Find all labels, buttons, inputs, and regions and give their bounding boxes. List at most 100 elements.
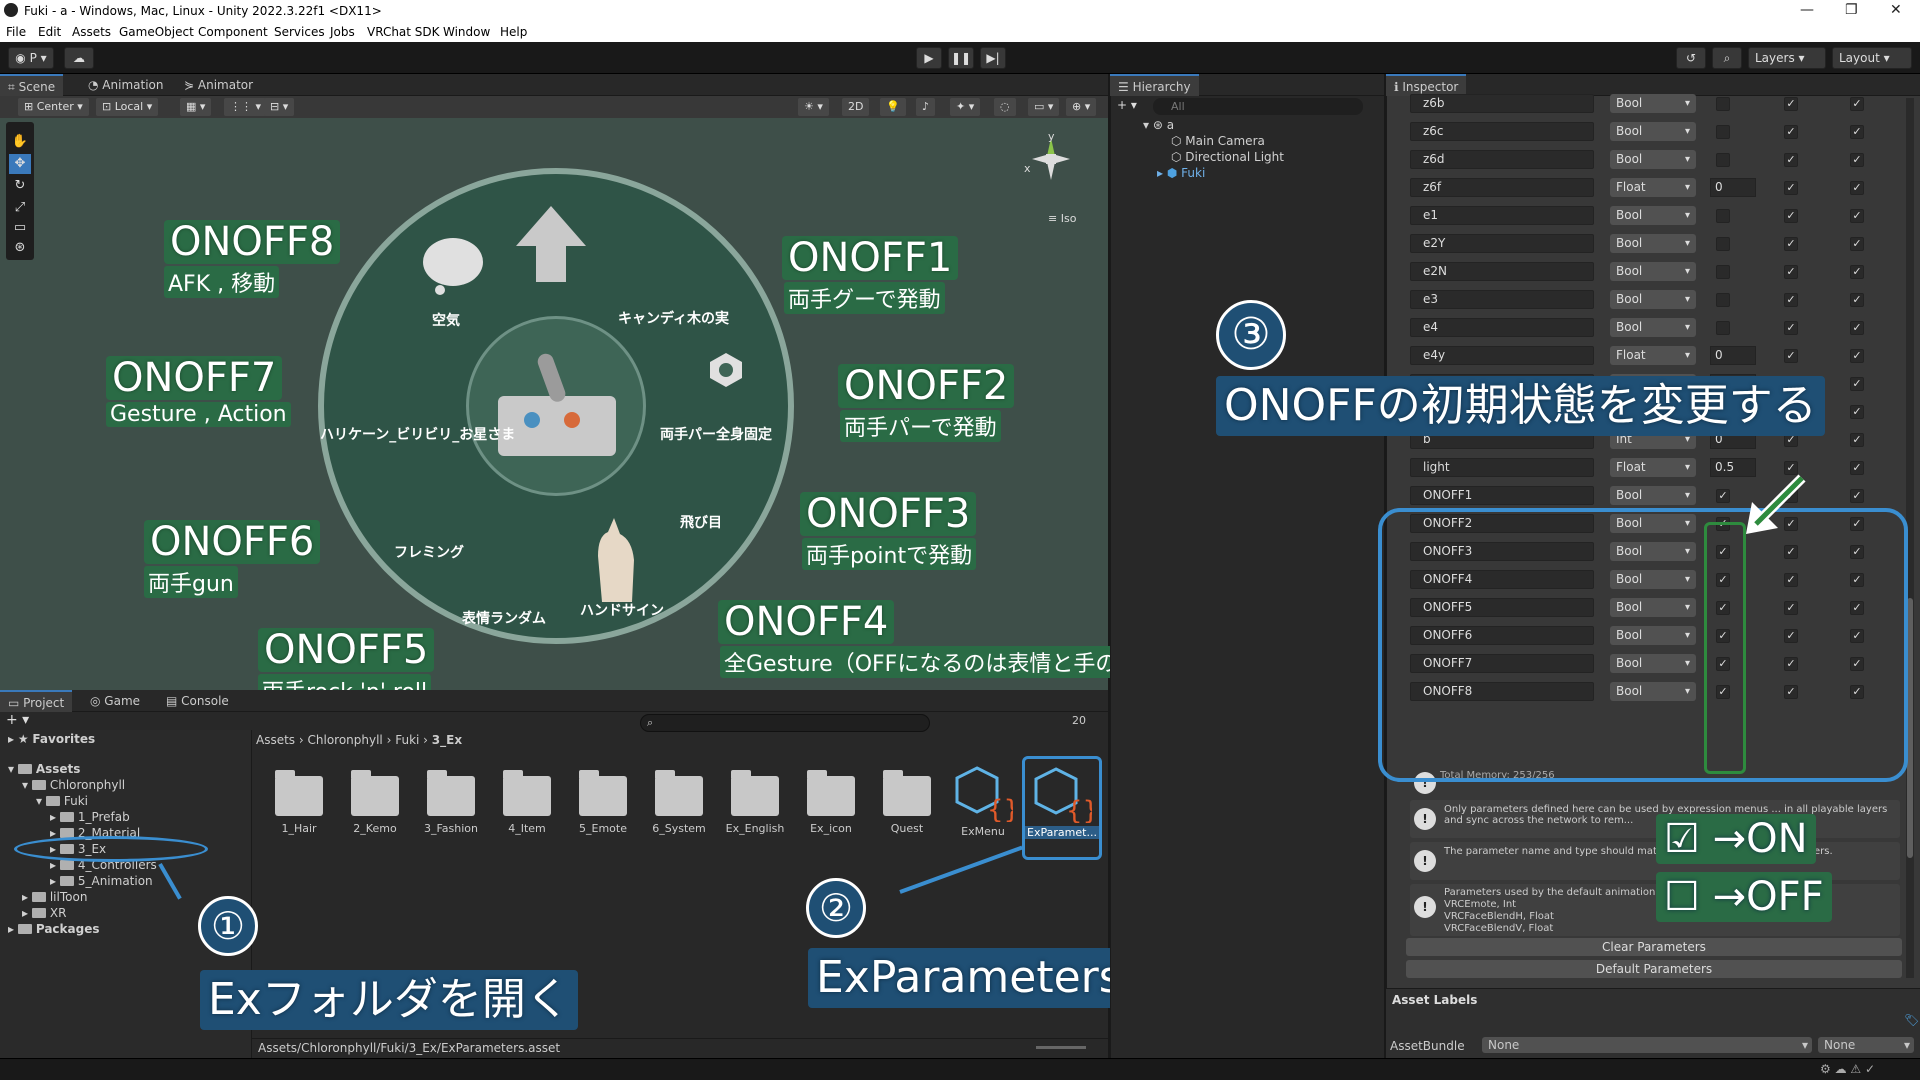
parameter-default-checkbox[interactable]	[1716, 209, 1730, 223]
orientation-gizmo[interactable]: y x ≡ Iso	[1024, 130, 1104, 225]
parameter-name-field[interactable]: e2N	[1410, 262, 1594, 281]
grid-button[interactable]: ⋮⋮ ▾	[224, 98, 268, 116]
asset-exmenu[interactable]: {} ExMenu	[950, 764, 1020, 838]
parameter-default-checkbox[interactable]	[1716, 97, 1730, 111]
asset-folder[interactable]: Ex_icon	[798, 770, 864, 835]
move-tool-icon[interactable]: ✥	[9, 154, 31, 174]
cloud-icon[interactable]: ☁	[64, 47, 94, 69]
minimize-button[interactable]: —	[1800, 2, 1814, 18]
parameter-synced-checkbox[interactable]: ✓	[1850, 293, 1864, 307]
parameter-name-field[interactable]: ONOFF1	[1410, 486, 1594, 505]
packages-root[interactable]: ▸ Packages	[8, 922, 99, 936]
tab-scene[interactable]: ⌗ Scene	[0, 74, 64, 96]
asset-folder[interactable]: 6_System	[646, 770, 712, 835]
menu-help[interactable]: Help	[500, 25, 527, 39]
hierarchy-item-camera[interactable]: ⬡ Main Camera	[1171, 134, 1265, 148]
parameter-default-checkbox[interactable]	[1716, 265, 1730, 279]
asset-folder[interactable]: 3_Fashion	[418, 770, 484, 835]
parameter-default-value[interactable]: 0	[1710, 178, 1756, 197]
menu-assets[interactable]: Assets	[72, 25, 111, 39]
tab-animation[interactable]: ◔ Animation	[80, 74, 171, 96]
parameter-name-field[interactable]: z6c	[1410, 122, 1594, 141]
menu-services[interactable]: Services	[274, 25, 325, 39]
grid-snap-button[interactable]: ▦ ▾	[180, 98, 212, 116]
lighting-toggle[interactable]: 💡	[880, 98, 906, 116]
parameter-synced-checkbox[interactable]: ✓	[1850, 237, 1864, 251]
parameter-type-dropdown[interactable]: Bool	[1610, 290, 1696, 309]
camera-button[interactable]: ▭ ▾	[1028, 98, 1060, 116]
maximize-button[interactable]: ❐	[1845, 2, 1858, 18]
tab-console[interactable]: ▤ Console	[158, 690, 237, 712]
assets-root[interactable]: ▾ Assets	[8, 762, 80, 776]
menu-jobs[interactable]: Jobs	[330, 25, 355, 39]
parameter-name-field[interactable]: e1	[1410, 206, 1594, 225]
breadcrumb-chloronphyll[interactable]: Chloronphyll	[308, 733, 383, 747]
tree-item-liltoon[interactable]: ▸ lilToon	[22, 890, 87, 904]
tree-item-prefab[interactable]: ▸ 1_Prefab	[50, 810, 130, 824]
parameter-saved-checkbox[interactable]: ✓	[1784, 321, 1798, 335]
pivot-dropdown[interactable]: ⊞ Center ▾	[18, 98, 89, 116]
parameter-type-dropdown[interactable]: Float	[1610, 458, 1696, 477]
assetbundle-variant-dropdown[interactable]: None ▾	[1818, 1037, 1914, 1053]
parameter-type-dropdown[interactable]: Bool	[1610, 234, 1696, 253]
menu-vrchat-sdk[interactable]: VRChat SDK	[367, 25, 440, 39]
clear-parameters-button[interactable]: Clear Parameters	[1406, 938, 1902, 956]
hierarchy-search-input[interactable]: All	[1153, 98, 1363, 115]
increment-snap-button[interactable]: ⊟ ▾	[264, 98, 295, 116]
create-button[interactable]: + ▾	[6, 712, 29, 728]
parameter-synced-checkbox[interactable]: ✓	[1850, 265, 1864, 279]
play-button[interactable]: ▶	[916, 47, 942, 69]
assetbundle-dropdown[interactable]: None ▾	[1482, 1037, 1812, 1053]
parameter-saved-checkbox[interactable]: ✓	[1784, 181, 1798, 195]
parameter-saved-checkbox[interactable]: ✓	[1784, 153, 1798, 167]
parameter-synced-checkbox[interactable]: ✓	[1850, 97, 1864, 111]
layout-dropdown[interactable]: Layout ▾	[1832, 47, 1912, 69]
parameter-synced-checkbox[interactable]: ✓	[1850, 489, 1864, 503]
parameter-type-dropdown[interactable]: Bool	[1610, 318, 1696, 337]
menu-window[interactable]: Window	[443, 25, 490, 39]
parameter-name-field[interactable]: e2Y	[1410, 234, 1594, 253]
parameter-name-field[interactable]: e3	[1410, 290, 1594, 309]
parameter-synced-checkbox[interactable]: ✓	[1850, 349, 1864, 363]
parameter-name-field[interactable]: z6b	[1410, 94, 1594, 113]
parameter-type-dropdown[interactable]: Bool	[1610, 206, 1696, 225]
history-icon[interactable]: ↺	[1676, 47, 1706, 69]
2d-toggle[interactable]: 2D	[842, 98, 870, 116]
close-button[interactable]: ✕	[1890, 2, 1902, 18]
tab-project[interactable]: ▭ Project	[0, 690, 73, 712]
asset-folder[interactable]: Ex_English	[722, 770, 788, 835]
parameter-default-checkbox[interactable]	[1716, 153, 1730, 167]
search-icon[interactable]: ⌕	[1712, 47, 1742, 69]
gizmos-button[interactable]: ⊕ ▾	[1066, 98, 1097, 116]
parameter-synced-checkbox[interactable]: ✓	[1850, 405, 1864, 419]
tab-animator[interactable]: ⋟ Animator	[176, 74, 261, 96]
parameter-type-dropdown[interactable]: Float	[1610, 178, 1696, 197]
account-button[interactable]: ◉ P ▾	[8, 47, 54, 69]
space-dropdown[interactable]: ⊡ Local ▾	[96, 98, 159, 116]
hand-tool-icon[interactable]: ✋	[9, 132, 31, 152]
parameter-default-checkbox[interactable]	[1716, 293, 1730, 307]
menu-file[interactable]: File	[6, 25, 26, 39]
breadcrumb-assets[interactable]: Assets	[256, 733, 295, 747]
project-search-input[interactable]: ⌕	[640, 714, 930, 732]
parameter-saved-checkbox[interactable]: ✓	[1784, 349, 1798, 363]
visibility-toggle[interactable]: ◌	[994, 98, 1016, 116]
parameter-synced-checkbox[interactable]: ✓	[1850, 153, 1864, 167]
parameter-default-checkbox[interactable]: ✓	[1716, 489, 1730, 503]
parameter-name-field[interactable]: e4	[1410, 318, 1594, 337]
parameter-saved-checkbox[interactable]: ✓	[1784, 265, 1798, 279]
parameter-name-field[interactable]: z6d	[1410, 150, 1594, 169]
parameter-synced-checkbox[interactable]: ✓	[1850, 125, 1864, 139]
parameter-type-dropdown[interactable]: Bool	[1610, 262, 1696, 281]
parameter-synced-checkbox[interactable]: ✓	[1850, 461, 1864, 475]
asset-exparameters[interactable]: {} ExParamet...	[1022, 756, 1102, 860]
status-icons[interactable]: ⚙ ☁ ⚠ ✓	[1820, 1062, 1875, 1076]
parameter-default-value[interactable]: 0	[1710, 346, 1756, 365]
parameter-synced-checkbox[interactable]: ✓	[1850, 377, 1864, 391]
parameter-default-checkbox[interactable]	[1716, 237, 1730, 251]
parameter-saved-checkbox[interactable]: ✓	[1784, 237, 1798, 251]
parameter-saved-checkbox[interactable]: ✓	[1784, 125, 1798, 139]
parameter-default-checkbox[interactable]	[1716, 321, 1730, 335]
asset-folder[interactable]: 2_Kemo	[342, 770, 408, 835]
tree-item-fuki[interactable]: ▾ Fuki	[36, 794, 88, 808]
